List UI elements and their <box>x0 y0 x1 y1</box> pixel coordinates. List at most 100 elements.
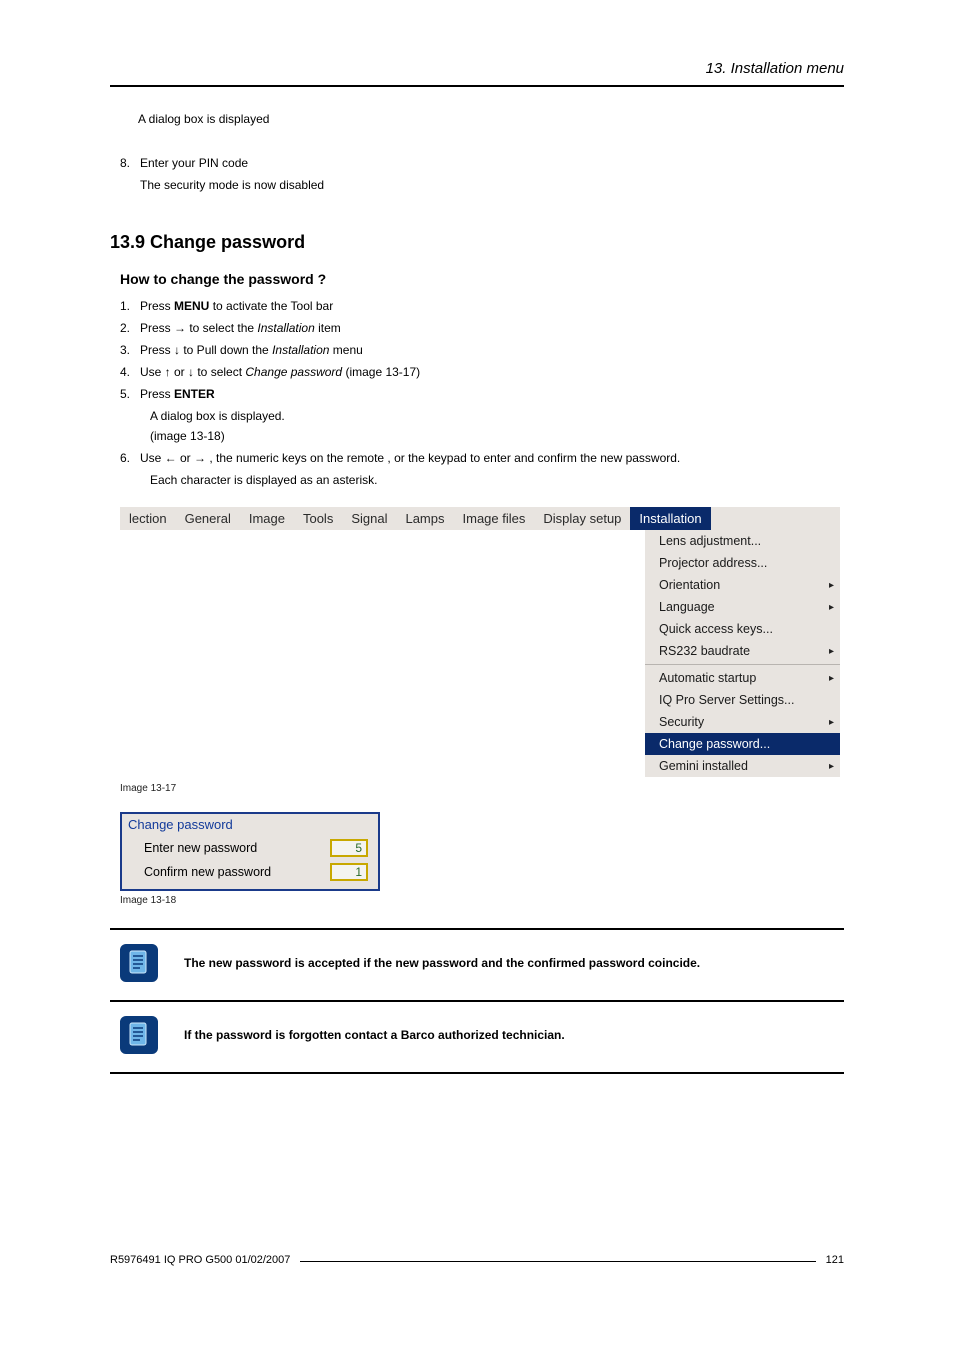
dropdown-item-language[interactable]: Language ▸ <box>645 596 840 618</box>
step-text-b: Change password <box>245 365 342 379</box>
enter-password-field[interactable]: 5 <box>330 839 368 857</box>
note-1: The new password is accepted if the new … <box>110 930 844 1002</box>
step-6: 6. Use ← or → , the numeric keys on the … <box>120 451 844 465</box>
dialog-row-confirm: Confirm new password 1 <box>122 859 378 883</box>
menubar-tab-signal[interactable]: Signal <box>342 507 396 530</box>
dropdown-item-label: Orientation <box>659 578 720 592</box>
intro-block: A dialog box is displayed <box>138 112 844 126</box>
installation-dropdown: Lens adjustment... Projector address... Or… <box>645 530 840 777</box>
sub-heading: How to change the password ? <box>120 271 844 287</box>
step-number: 6. <box>120 451 130 465</box>
dropdown-item-rs232-baudrate[interactable]: RS232 baudrate ▸ <box>645 640 840 662</box>
step-text-b: MENU <box>174 299 209 313</box>
footer-page: 121 <box>826 1254 844 1266</box>
step-text-a: Press <box>140 387 174 401</box>
step-text-c: (image 13-17) <box>342 365 420 379</box>
dropdown-item-quick-access-keys[interactable]: Quick access keys... <box>645 618 840 640</box>
dropdown-item-projector-address[interactable]: Projector address... <box>645 552 840 574</box>
menubar-tab-image-files[interactable]: Image files <box>454 507 535 530</box>
chevron-right-icon: ▸ <box>829 646 834 657</box>
step-text-a: Press <box>140 299 174 313</box>
step-text-a: Press → to select the <box>140 321 257 335</box>
step-number: 1. <box>120 299 130 313</box>
section-heading: 13.9 Change password <box>110 232 844 253</box>
page-footer: R5976491 IQ PRO G500 01/02/2007 121 <box>110 1254 844 1266</box>
step-number: 5. <box>120 387 130 401</box>
steps-list: 1. Press MENU to activate the Tool bar 2… <box>120 299 844 487</box>
note-text: The new password is accepted if the new … <box>184 956 700 970</box>
dropdown-item-change-password[interactable]: Change password... <box>645 733 840 755</box>
dropdown-item-automatic-startup[interactable]: Automatic startup ▸ <box>645 667 840 689</box>
dropdown-item-label: Quick access keys... <box>659 622 773 636</box>
menubar-tab-general[interactable]: General <box>176 507 240 530</box>
step-6-sub: Each character is displayed as an asteri… <box>150 473 844 487</box>
menubar-tab-image[interactable]: Image <box>240 507 294 530</box>
step-text-c: to activate the Tool bar <box>209 299 333 313</box>
dialog-title: Change password <box>122 814 378 835</box>
dropdown-separator <box>645 664 840 665</box>
dialog-row-enter: Enter new password 5 <box>122 835 378 859</box>
footer-rule <box>300 1261 815 1262</box>
step-text-a: Press ↓ to Pull down the <box>140 343 272 357</box>
change-password-dialog: Change password Enter new password 5 Con… <box>120 812 380 891</box>
chevron-right-icon: ▸ <box>829 602 834 613</box>
dropdown-item-security[interactable]: Security ▸ <box>645 711 840 733</box>
page-header: 13. Installation menu <box>110 60 844 87</box>
step-number: 3. <box>120 343 130 357</box>
step-2: 2. Press → to select the Installation it… <box>120 321 844 335</box>
dropdown-item-orientation[interactable]: Orientation ▸ <box>645 574 840 596</box>
step-1: 1. Press MENU to activate the Tool bar <box>120 299 844 313</box>
dropdown-item-lens-adjustment[interactable]: Lens adjustment... <box>645 530 840 552</box>
dropdown-item-label: Automatic startup <box>659 671 756 685</box>
step-3: 3. Press ↓ to Pull down the Installation… <box>120 343 844 357</box>
dropdown-item-label: Change password... <box>659 737 770 751</box>
figure-caption-2: Image 13-18 <box>120 895 844 906</box>
confirm-password-field[interactable]: 1 <box>330 863 368 881</box>
step-text-c: item <box>315 321 341 335</box>
step-text-b: Installation <box>272 343 329 357</box>
chevron-right-icon: ▸ <box>829 717 834 728</box>
step-text-b: Installation <box>257 321 314 335</box>
figure-caption-1: Image 13-17 <box>120 783 844 794</box>
dropdown-item-label: IQ Pro Server Settings... <box>659 693 794 707</box>
note-icon <box>120 944 158 982</box>
menubar-tab-lamps[interactable]: Lamps <box>396 507 453 530</box>
step-5: 5. Press ENTER <box>120 387 844 401</box>
menu-figure: lectionGeneralImageToolsSignalLampsImage… <box>120 507 840 777</box>
step-text-c: menu <box>329 343 362 357</box>
chevron-right-icon: ▸ <box>829 673 834 684</box>
header-title: 13. Installation menu <box>706 60 844 77</box>
dropdown-item-label: Gemini installed <box>659 759 748 773</box>
note-text: If the password is forgotten contact a B… <box>184 1028 565 1042</box>
menubar: lectionGeneralImageToolsSignalLampsImage… <box>120 507 840 530</box>
note-2: If the password is forgotten contact a B… <box>110 1002 844 1074</box>
step-text-a: Use ↑ or ↓ to select <box>140 365 245 379</box>
step-5-sub2: (image 13-18) <box>150 429 844 443</box>
step-text: Enter your PIN code <box>140 156 248 170</box>
intro-step-8-sub: The security mode is now disabled <box>140 178 844 192</box>
dropdown-item-gemini-installed[interactable]: Gemini installed ▸ <box>645 755 840 777</box>
menubar-tab-display-setup[interactable]: Display setup <box>534 507 630 530</box>
dropdown-item-label: Security <box>659 715 704 729</box>
chevron-right-icon: ▸ <box>829 580 834 591</box>
dropdown-item-label: Projector address... <box>659 556 767 570</box>
step-text: Use ← or → , the numeric keys on the rem… <box>140 451 680 465</box>
step-number: 2. <box>120 321 130 335</box>
step-5-sub1: A dialog box is displayed. <box>150 409 844 423</box>
note-icon <box>120 1016 158 1054</box>
step-text-b: ENTER <box>174 387 215 401</box>
step-4: 4. Use ↑ or ↓ to select Change password … <box>120 365 844 379</box>
dialog-row-label: Confirm new password <box>144 865 271 879</box>
step-number: 8. <box>120 156 130 170</box>
chevron-right-icon: ▸ <box>829 761 834 772</box>
dropdown-item-iq-pro-server-settings[interactable]: IQ Pro Server Settings... <box>645 689 840 711</box>
menubar-tab-installation[interactable]: Installation <box>630 507 710 530</box>
dialog-row-label: Enter new password <box>144 841 257 855</box>
dropdown-item-label: RS232 baudrate <box>659 644 750 658</box>
menubar-tab-tools[interactable]: Tools <box>294 507 342 530</box>
footer-docid: R5976491 IQ PRO G500 01/02/2007 <box>110 1254 290 1266</box>
step-number: 4. <box>120 365 130 379</box>
intro-dialog-line: A dialog box is displayed <box>138 112 844 126</box>
dropdown-item-label: Language <box>659 600 715 614</box>
menubar-tab-lection[interactable]: lection <box>120 507 176 530</box>
